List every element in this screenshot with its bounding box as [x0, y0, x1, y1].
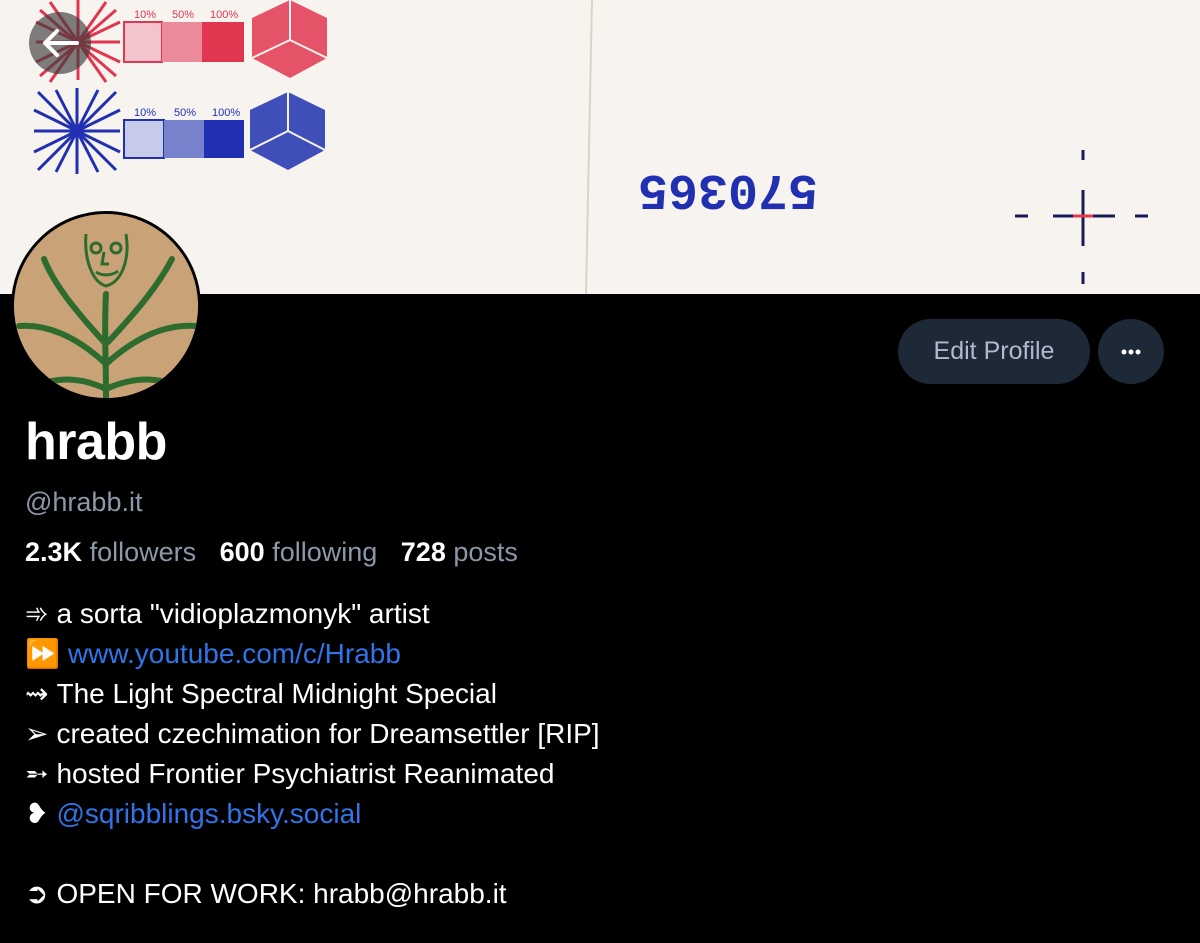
- followers-label: followers: [89, 537, 197, 567]
- curved-arrow-glyph: ➲: [25, 878, 49, 909]
- bio-line: ➾ a sorta "vidioplazmonyk" artist: [25, 594, 1175, 634]
- following-stat[interactable]: 600 following: [220, 537, 378, 567]
- following-count: 600: [219, 537, 265, 567]
- profile-bio: ➾ a sorta "vidioplazmonyk" artist ⏩ www.yo…: [25, 594, 1175, 914]
- swatch-label: 50%: [172, 9, 194, 21]
- bio-text: created czechimation for Dreamsettler [R…: [56, 718, 600, 749]
- back-button[interactable]: [29, 12, 91, 74]
- profile-section: Edit Profile hrabb @hrabb.it 2.3K follow…: [0, 294, 1200, 943]
- blue-starburst: [33, 88, 121, 174]
- arrowhead-glyph: ➢: [25, 718, 49, 749]
- mention-link[interactable]: @sqribblings.bsky.social: [56, 798, 361, 829]
- bio-text: hosted Frontier Psychiatrist Reanimated: [56, 758, 555, 789]
- bio-line: ➵ hosted Frontier Psychiatrist Reanimated: [25, 754, 1175, 794]
- bio-text: The Light Spectral Midnight Special: [56, 678, 497, 709]
- more-options-button[interactable]: [1098, 319, 1164, 384]
- bio-line: ⏩ www.youtube.com/c/Hrabb: [25, 634, 1175, 674]
- bio-text: a sorta "vidioplazmonyk" artist: [56, 598, 430, 629]
- bio-line: ➲ OPEN FOR WORK: hrabb@hrabb.it: [25, 874, 1175, 914]
- display-name: hrabb: [25, 413, 167, 471]
- bio-line: ❥ @sqribblings.bsky.social: [25, 794, 1175, 834]
- arrow-left-icon: [43, 29, 79, 57]
- bio-line: ➢ created czechimation for Dreamsettler […: [25, 714, 1175, 754]
- followers-stat[interactable]: 2.3K followers: [25, 537, 196, 567]
- heart-glyph: ❥: [25, 798, 49, 829]
- posts-stat: 728 posts: [401, 537, 518, 567]
- posts-count: 728: [400, 537, 446, 567]
- squiggle-arrow-glyph: ⇝: [25, 678, 49, 709]
- avatar[interactable]: [11, 211, 201, 401]
- swatch-label: 50%: [174, 107, 196, 119]
- bio-text: OPEN FOR WORK: hrabb@hrabb.it: [56, 878, 507, 909]
- edit-profile-button[interactable]: Edit Profile: [898, 319, 1090, 384]
- swatch-label: 10%: [134, 107, 156, 119]
- youtube-link[interactable]: www.youtube.com/c/Hrabb: [68, 638, 401, 669]
- arrow-glyph: ➾: [25, 598, 49, 629]
- following-label: following: [272, 537, 378, 567]
- swatch-label: 10%: [134, 9, 156, 21]
- profile-stats: 2.3K followers 600 following 728 posts: [25, 537, 534, 568]
- posts-label: posts: [453, 537, 518, 567]
- fast-forward-glyph: ⏩: [25, 638, 60, 669]
- stamp-number: 570365: [638, 160, 818, 217]
- swatch-label: 100%: [212, 107, 240, 119]
- followers-count: 2.3K: [25, 537, 83, 567]
- bio-spacer: [25, 834, 1175, 874]
- user-handle: @hrabb.it: [25, 487, 143, 517]
- bio-line: ⇝ The Light Spectral Midnight Special: [25, 674, 1175, 714]
- ellipsis-icon: [1121, 349, 1141, 354]
- feathered-arrow-glyph: ➵: [25, 758, 49, 789]
- swatch-label: 100%: [210, 9, 238, 21]
- avatar-image: [14, 214, 198, 398]
